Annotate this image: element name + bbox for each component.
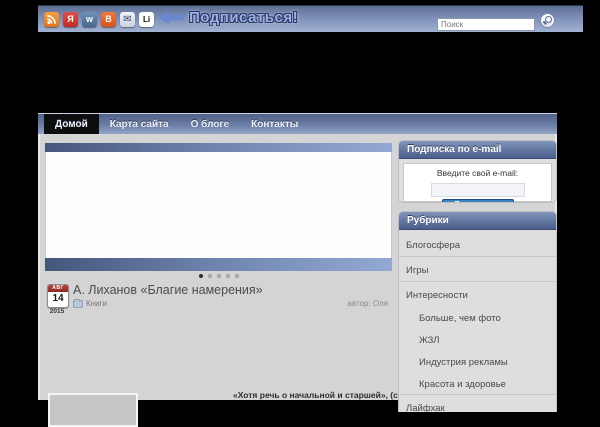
- vk-icon[interactable]: w: [82, 12, 97, 27]
- subscribe-widget: Подписка по e-mail Введите свой e-mail: …: [398, 140, 557, 203]
- post-image: [48, 393, 138, 427]
- post-category-link[interactable]: Книги: [86, 299, 107, 308]
- nav-item[interactable]: Карта сайта: [99, 114, 180, 134]
- slider-bottom-bar: [45, 258, 392, 271]
- post-meta: Книги: [73, 298, 107, 308]
- rubric-link[interactable]: Больше, чем фото: [419, 313, 501, 324]
- main-nav: Домой Карта сайта О блоге Контакты: [38, 113, 557, 134]
- slider-slide[interactable]: [45, 152, 392, 258]
- email-field[interactable]: [430, 182, 525, 197]
- search-icon: [545, 16, 552, 23]
- email-icon[interactable]: ✉: [120, 12, 135, 27]
- post-date-badge: АВГ 14: [47, 284, 69, 308]
- content-area: АВГ 14 2015 А. Лиханов «Благие намерения…: [38, 134, 557, 427]
- nav-item[interactable]: Домой: [44, 114, 99, 134]
- rss-icon[interactable]: [44, 12, 59, 27]
- rubric-item: Игры: [399, 256, 556, 281]
- post-author: автор: Оля: [347, 299, 388, 308]
- subscribe-label: Подписаться!: [189, 9, 299, 26]
- rubric-link[interactable]: Интересности: [406, 290, 468, 301]
- search-input[interactable]: [437, 18, 535, 31]
- rubrics-widget-title: Рубрики: [399, 212, 556, 230]
- slider-dot[interactable]: [207, 274, 212, 278]
- sidebar: Подписка по e-mail Введите свой e-mail: …: [398, 134, 557, 420]
- bobrdobr-icon[interactable]: В: [101, 12, 116, 27]
- rubric-item: Блогосфера: [399, 232, 556, 256]
- slider-dot[interactable]: [216, 274, 221, 278]
- rubric-link[interactable]: Лайфхак: [406, 403, 445, 412]
- rubric-item: Больше, чем фото: [399, 306, 556, 328]
- post-title-link[interactable]: А. Лиханов «Благие намерения»: [73, 283, 263, 297]
- rubric-link[interactable]: Красота и здоровье: [419, 379, 506, 390]
- post-date-year: 2015: [49, 308, 65, 315]
- header-banner: [38, 32, 583, 113]
- liveinternet-icon[interactable]: Li: [139, 12, 154, 27]
- yandex-icon[interactable]: Я: [63, 12, 78, 27]
- post-date-day: 14: [52, 293, 64, 304]
- slider-dot[interactable]: [198, 274, 203, 278]
- search-button[interactable]: [540, 13, 555, 28]
- rubric-item: ЖЗЛ: [399, 328, 556, 350]
- rubric-item: Интересности: [399, 281, 556, 306]
- top-bar: Я w В ✉ Li Подписаться!: [38, 5, 583, 33]
- subscribe-widget-title: Подписка по e-mail: [399, 141, 556, 159]
- subscribe-widget-body: Введите свой e-mail: Подписаться: [403, 163, 552, 202]
- slider-dot[interactable]: [234, 274, 239, 278]
- subscribe-button[interactable]: Подписаться: [441, 198, 514, 202]
- rubric-link[interactable]: Индустрия рекламы: [419, 357, 508, 368]
- rubric-item: Индустрия рекламы: [399, 350, 556, 372]
- rubric-link[interactable]: Игры: [406, 265, 428, 276]
- category-folder-icon: [73, 298, 83, 308]
- rubric-item: Красота и здоровье: [399, 372, 556, 394]
- subscribe-link[interactable]: Подписаться!: [158, 9, 298, 26]
- email-prompt: Введите свой e-mail:: [436, 168, 519, 178]
- rubric-item: Лайфхак: [399, 394, 556, 412]
- rubrics-list: Блогосфера Игры Интересности Больше, чем…: [399, 232, 556, 412]
- main-column: АВГ 14 2015 А. Лиханов «Благие намерения…: [45, 134, 450, 427]
- arrow-left-icon: [158, 10, 184, 25]
- rubric-link[interactable]: Блогосфера: [406, 240, 460, 251]
- rubrics-widget: Рубрики Блогосфера Игры Интересности Бол…: [398, 211, 557, 412]
- nav-item[interactable]: О блоге: [180, 114, 241, 134]
- slider-pagination: [45, 274, 392, 278]
- post-date-month: АВГ: [48, 285, 68, 292]
- rubric-link[interactable]: ЖЗЛ: [419, 335, 440, 346]
- slider-dot[interactable]: [225, 274, 230, 278]
- slider-top-bar: [45, 143, 392, 152]
- nav-item[interactable]: Контакты: [240, 114, 309, 134]
- search-box: [437, 14, 535, 31]
- social-icons-row: Я w В ✉ Li: [44, 12, 154, 27]
